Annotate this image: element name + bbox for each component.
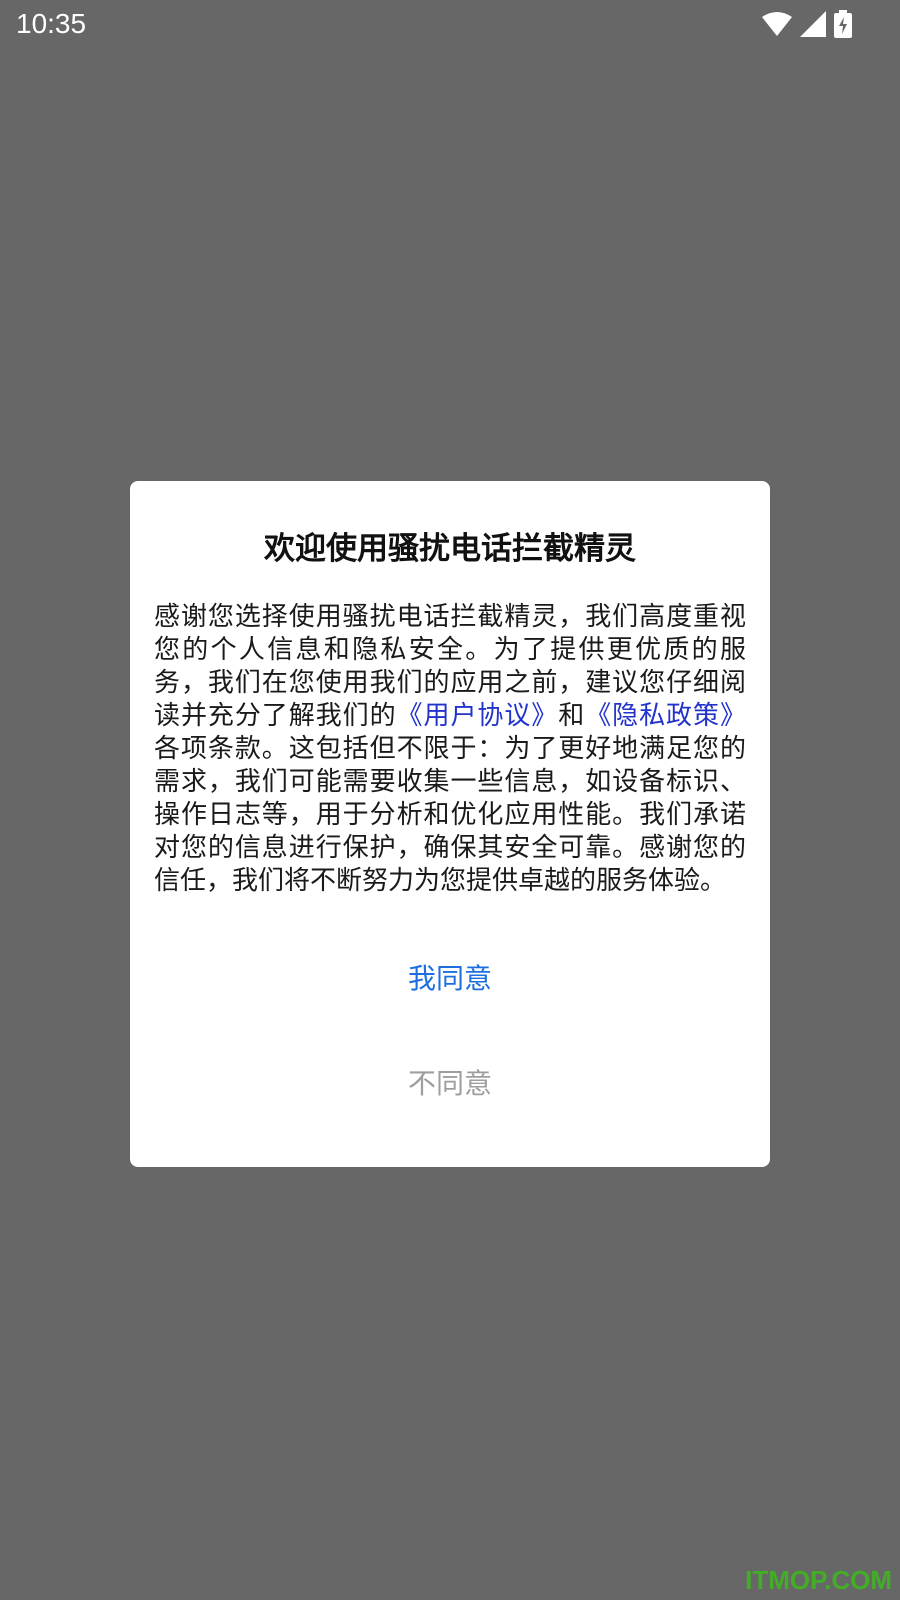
- wifi-icon: [762, 12, 792, 36]
- watermark: ITMOP.COM: [745, 1565, 892, 1595]
- privacy-policy-link[interactable]: 《隐私政策》: [585, 701, 746, 731]
- status-icons: [762, 10, 852, 38]
- body-text-part2: 各项条款。这包括但不限于：为了更好地满足您的需求，我们可能需要收集一些信息，如设…: [154, 734, 746, 896]
- body-text-and: 和: [558, 701, 586, 731]
- dialog-body: 感谢您选择使用骚扰电话拦截精灵，我们高度重视您的个人信息和隐私安全。为了提供更优…: [154, 601, 746, 898]
- cell-signal-icon: [800, 11, 826, 37]
- disagree-button[interactable]: 不同意: [130, 1056, 770, 1112]
- user-agreement-link[interactable]: 《用户协议》: [397, 701, 559, 731]
- battery-charging-icon: [834, 10, 852, 38]
- agree-button[interactable]: 我同意: [130, 951, 770, 1007]
- dialog-title: 欢迎使用骚扰电话拦截精灵: [264, 531, 636, 567]
- status-time: 10:35: [16, 8, 87, 39]
- privacy-dialog: 欢迎使用骚扰电话拦截精灵 感谢您选择使用骚扰电话拦截精灵，我们高度重视您的个人信…: [130, 481, 770, 1167]
- status-bar: 10:35: [0, 0, 900, 50]
